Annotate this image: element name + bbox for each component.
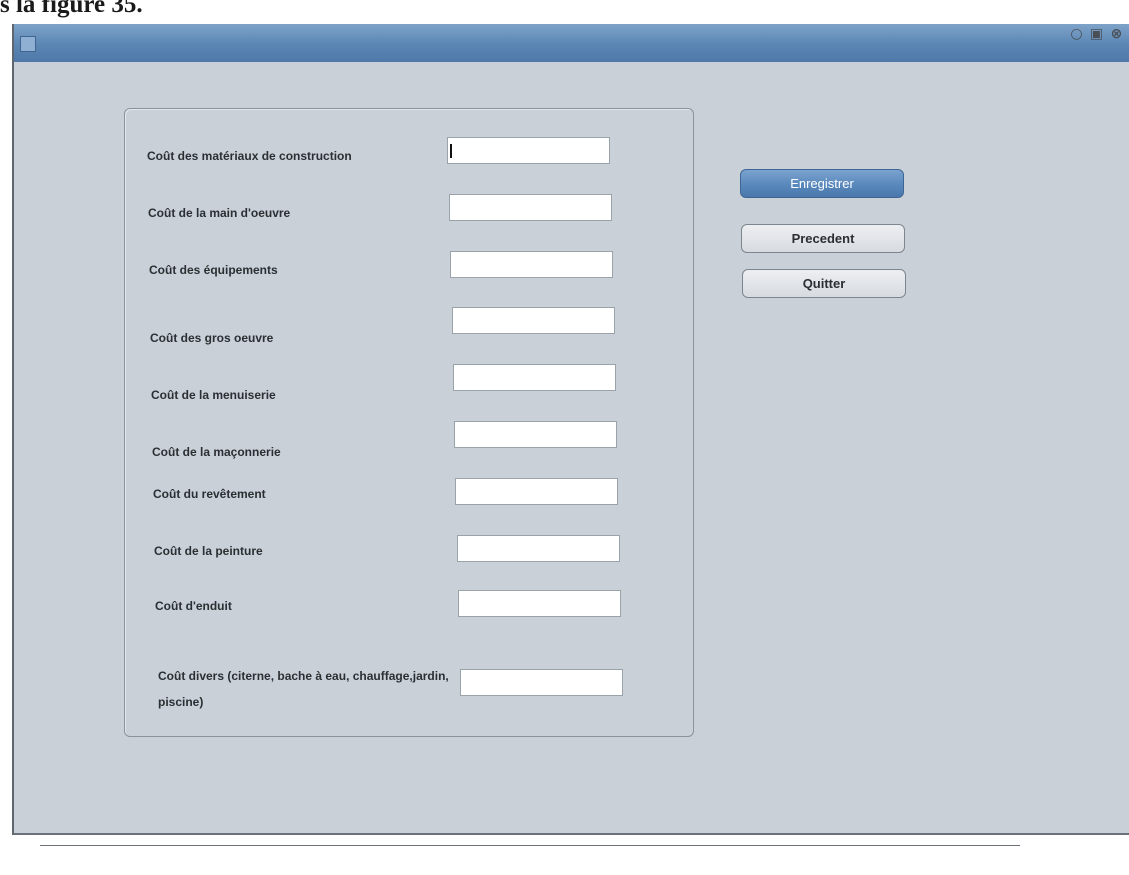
label-equipements: Coût des équipements (149, 263, 278, 277)
label-divers: Coût divers (citerne, bache à eau, chauf… (158, 669, 449, 709)
text-caret (450, 144, 452, 158)
form-window: ○ ▣ ⊗ Coût des matériaux de construction… (12, 24, 1129, 835)
label-materiaux: Coût des matériaux de construction (147, 149, 352, 163)
divider (40, 845, 1020, 846)
document-caption: s la figure 35. (0, 0, 143, 18)
minimize-icon[interactable]: ○ (1068, 26, 1085, 43)
label-main-oeuvre: Coût de la main d'oeuvre (148, 206, 291, 220)
label-maconnerie: Coût de la maçonnerie (152, 445, 281, 459)
app-icon (20, 36, 36, 52)
input-maconnerie[interactable] (454, 421, 617, 448)
label-peinture: Coût de la peinture (154, 544, 263, 558)
quit-button[interactable]: Quitter (742, 269, 906, 298)
input-equipements[interactable] (450, 251, 613, 278)
close-icon[interactable]: ⊗ (1108, 26, 1125, 43)
label-revetement: Coût du revêtement (153, 487, 266, 501)
input-menuiserie[interactable] (453, 364, 616, 391)
previous-button[interactable]: Precedent (741, 224, 905, 253)
title-bar[interactable]: ○ ▣ ⊗ (14, 24, 1129, 62)
label-gros-oeuvre: Coût des gros oeuvre (150, 331, 274, 345)
input-main-oeuvre[interactable] (449, 194, 612, 221)
input-enduit[interactable] (458, 590, 621, 617)
input-gros-oeuvre[interactable] (452, 307, 615, 334)
label-enduit: Coût d'enduit (155, 599, 232, 613)
input-peinture[interactable] (457, 535, 620, 562)
input-divers[interactable] (460, 669, 623, 696)
save-button[interactable]: Enregistrer (740, 169, 904, 198)
input-materiaux[interactable] (447, 137, 610, 164)
input-revetement[interactable] (455, 478, 618, 505)
maximize-icon[interactable]: ▣ (1088, 26, 1105, 43)
window-controls: ○ ▣ ⊗ (1068, 26, 1125, 43)
label-menuiserie: Coût de la menuiserie (151, 388, 276, 402)
